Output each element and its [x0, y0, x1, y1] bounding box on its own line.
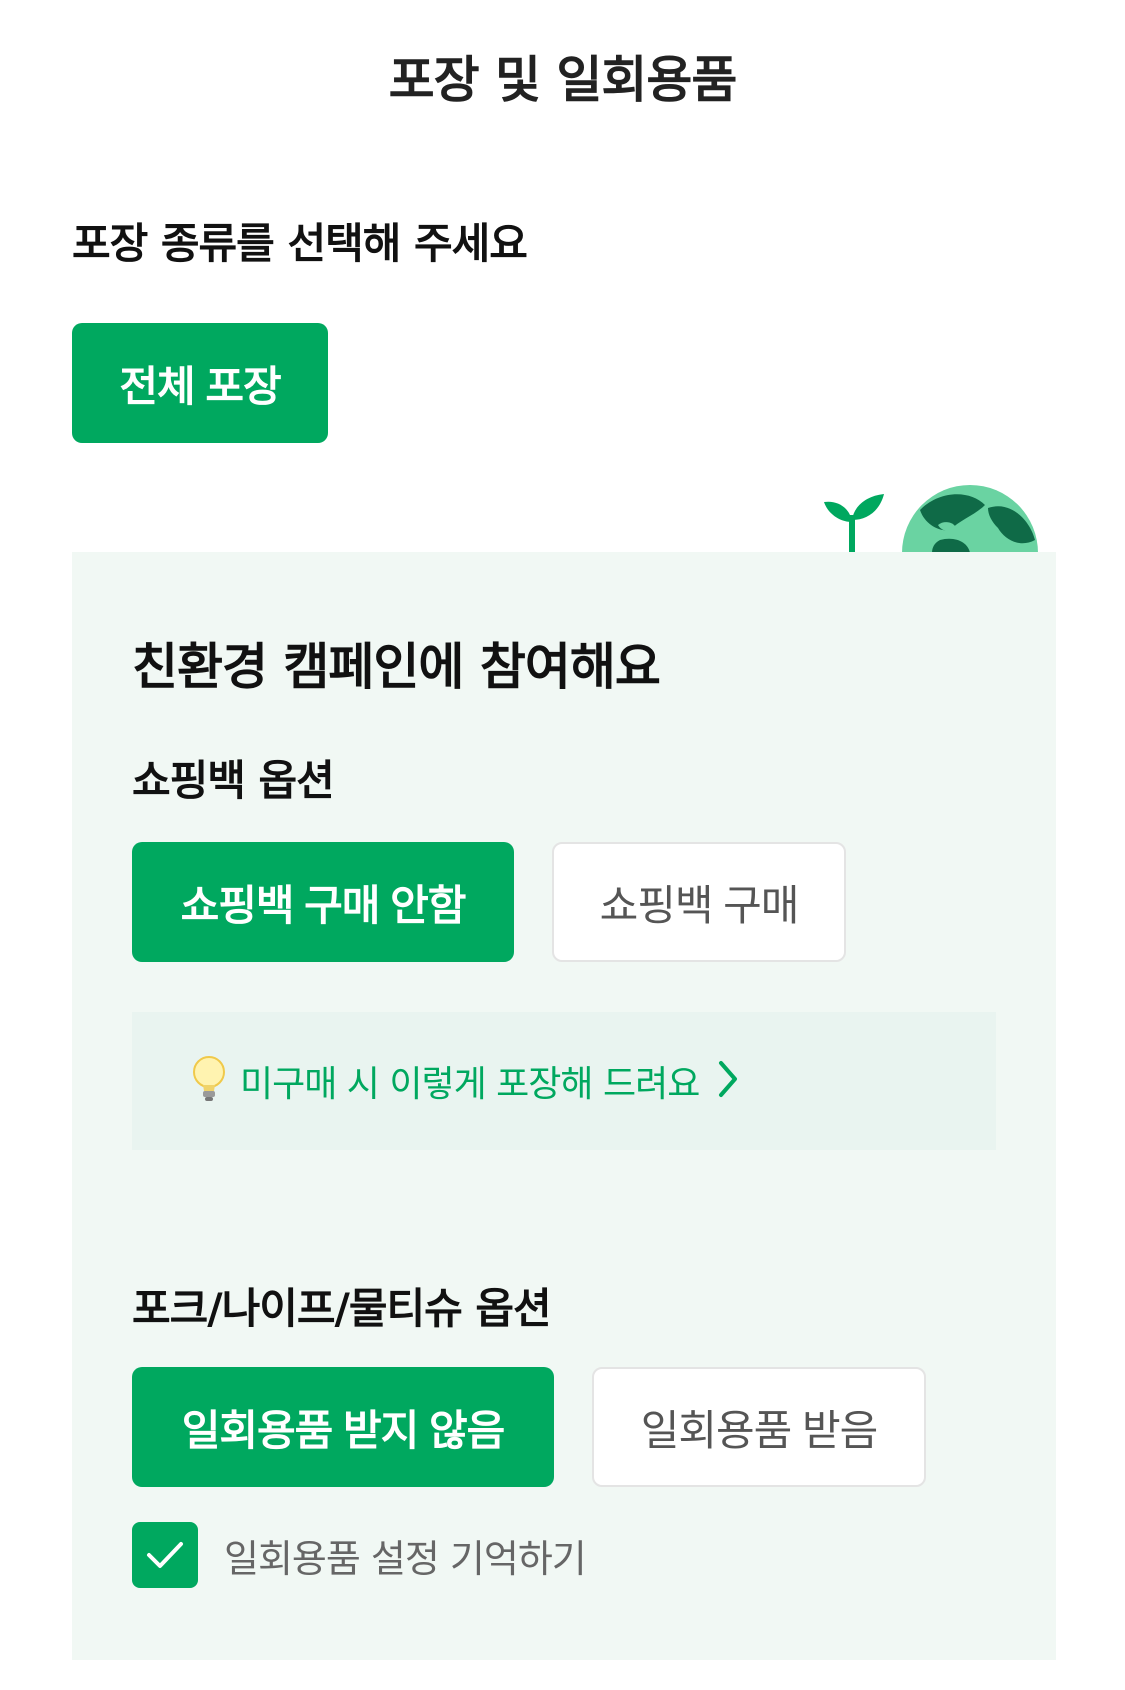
eco-illustration	[820, 470, 1050, 553]
full-packaging-button[interactable]: 전체 포장	[72, 323, 328, 443]
sprout-icon	[824, 494, 884, 553]
receive-disposables-button[interactable]: 일회용품 받음	[592, 1367, 926, 1487]
remember-checkbox[interactable]	[132, 1522, 198, 1588]
page-title: 포장 및 일회용품	[388, 51, 738, 109]
lightbulb-icon	[192, 1055, 226, 1107]
packaging-hint-link[interactable]: 미구매 시 이렇게 포장해 드려요	[132, 1012, 996, 1150]
buy-shopping-bag-button[interactable]: 쇼핑백 구매	[552, 842, 846, 962]
checkmark-icon	[147, 1542, 183, 1568]
chevron-right-icon	[717, 1060, 739, 1102]
eco-campaign-panel: 친환경 캠페인에 참여해요 쇼핑백 옵션 쇼핑백 구매 안함 쇼핑백 구매 미구…	[72, 552, 1056, 1660]
remember-label: 일회용품 설정 기억하기	[224, 1536, 587, 1581]
earth-globe-icon	[902, 485, 1038, 553]
packaging-heading: 포장 종류를 선택해 주세요	[72, 219, 528, 268]
no-shopping-bag-button[interactable]: 쇼핑백 구매 안함	[132, 842, 514, 962]
no-disposables-button[interactable]: 일회용품 받지 않음	[132, 1367, 554, 1487]
utensils-heading: 포크/나이프/물티슈 옵션	[132, 1284, 552, 1333]
remember-setting-row[interactable]: 일회용품 설정 기억하기	[132, 1522, 587, 1588]
shopping-bag-heading: 쇼핑백 옵션	[132, 756, 335, 805]
hint-text: 미구매 시 이렇게 포장해 드려요	[240, 1064, 700, 1105]
eco-campaign-title: 친환경 캠페인에 참여해요	[132, 638, 661, 696]
